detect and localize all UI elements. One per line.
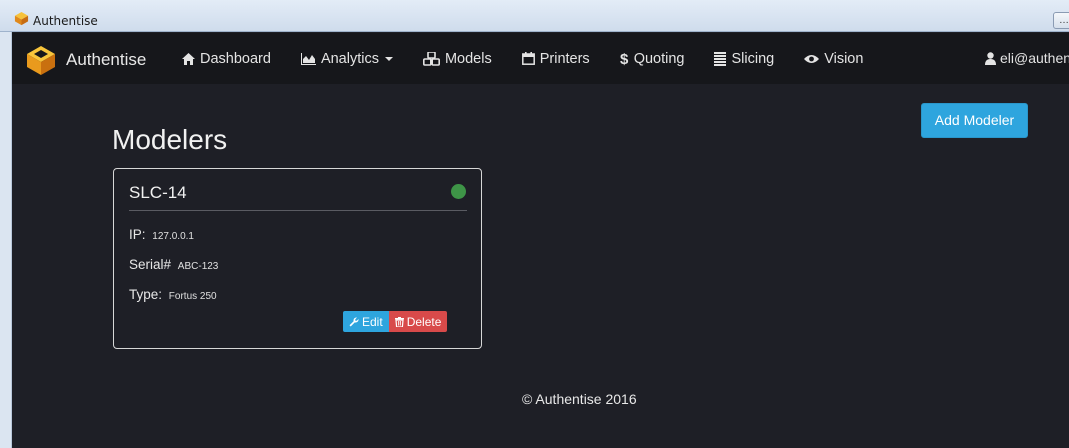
brand-name: Authentise xyxy=(66,50,147,69)
window-frame-left xyxy=(0,32,12,448)
caret-down-icon xyxy=(384,56,393,61)
nav-item-quoting[interactable]: $ Quoting xyxy=(620,51,685,67)
modeler-type: Type: Fortus 250 xyxy=(129,287,217,302)
dollar-icon: $ xyxy=(620,51,629,66)
nav-item-label: Slicing xyxy=(731,50,775,67)
nav-item-printers[interactable]: Printers xyxy=(521,50,590,67)
delete-label: Delete xyxy=(406,314,442,329)
edit-label: Edit xyxy=(362,314,383,329)
modeler-card: SLC-14 IP: 127.0.0.1 Serial# ABC-123 Typ… xyxy=(113,168,482,349)
cubes-icon xyxy=(422,51,440,66)
type-label: Type: xyxy=(129,287,163,302)
svg-text:$: $ xyxy=(620,51,629,66)
layers-icon xyxy=(714,51,727,66)
eye-icon xyxy=(804,54,820,63)
nav-item-label: Quoting xyxy=(633,50,685,67)
wrench-icon xyxy=(349,316,359,326)
brand[interactable]: Authentise xyxy=(24,43,146,77)
nav-item-slicing[interactable]: Slicing xyxy=(714,51,774,67)
delete-button[interactable]: Delete xyxy=(388,311,448,332)
modeler-ip: IP: 127.0.0.1 xyxy=(129,227,194,242)
nav-item-label: Printers xyxy=(539,50,590,67)
nav-item-label: Dashboard xyxy=(200,50,271,67)
window-titlebar: Authentise … xyxy=(0,0,1069,32)
user-menu[interactable]: eli@authen xyxy=(985,50,1069,66)
app-logo-icon xyxy=(14,11,29,26)
card-actions: Edit Delete xyxy=(343,311,448,332)
footer-copyright: © Authentise 2016 xyxy=(522,391,637,407)
status-indicator xyxy=(451,184,466,199)
trash-icon xyxy=(394,316,404,327)
user-icon xyxy=(985,51,996,65)
brand-logo-icon xyxy=(27,46,55,75)
home-icon xyxy=(182,52,195,65)
window-button[interactable]: … xyxy=(1053,12,1069,29)
nav-item-label: Analytics xyxy=(320,50,379,67)
nav-item-analytics[interactable]: Analytics xyxy=(300,50,393,67)
area-chart-icon xyxy=(300,52,316,65)
modeler-serial: Serial# ABC-123 xyxy=(129,257,218,272)
divider xyxy=(129,210,467,211)
user-email: eli@authen xyxy=(1000,50,1069,66)
nav-item-models[interactable]: Models xyxy=(422,50,492,67)
window-title: Authentise xyxy=(33,14,98,28)
nav-item-dashboard[interactable]: Dashboard xyxy=(182,51,271,67)
nav-item-label: Vision xyxy=(824,50,864,67)
ip-label: IP: xyxy=(129,227,146,242)
nav-item-label: Models xyxy=(444,50,492,67)
edit-button[interactable]: Edit xyxy=(343,311,389,332)
calendar-icon xyxy=(521,52,535,65)
serial-value: ABC-123 xyxy=(177,261,219,272)
nav-menu: Dashboard Analytics Models Printers $ Qu… xyxy=(182,33,893,84)
add-modeler-button[interactable]: Add Modeler xyxy=(921,103,1028,138)
navbar: Authentise Dashboard Analytics Models Pr… xyxy=(12,33,1069,84)
nav-item-vision[interactable]: Vision xyxy=(804,51,863,67)
type-value: Fortus 250 xyxy=(168,291,217,302)
serial-label: Serial# xyxy=(129,257,172,272)
page-title: Modelers xyxy=(112,124,228,155)
modeler-name: SLC-14 xyxy=(129,183,187,202)
ip-value: 127.0.0.1 xyxy=(152,231,194,242)
